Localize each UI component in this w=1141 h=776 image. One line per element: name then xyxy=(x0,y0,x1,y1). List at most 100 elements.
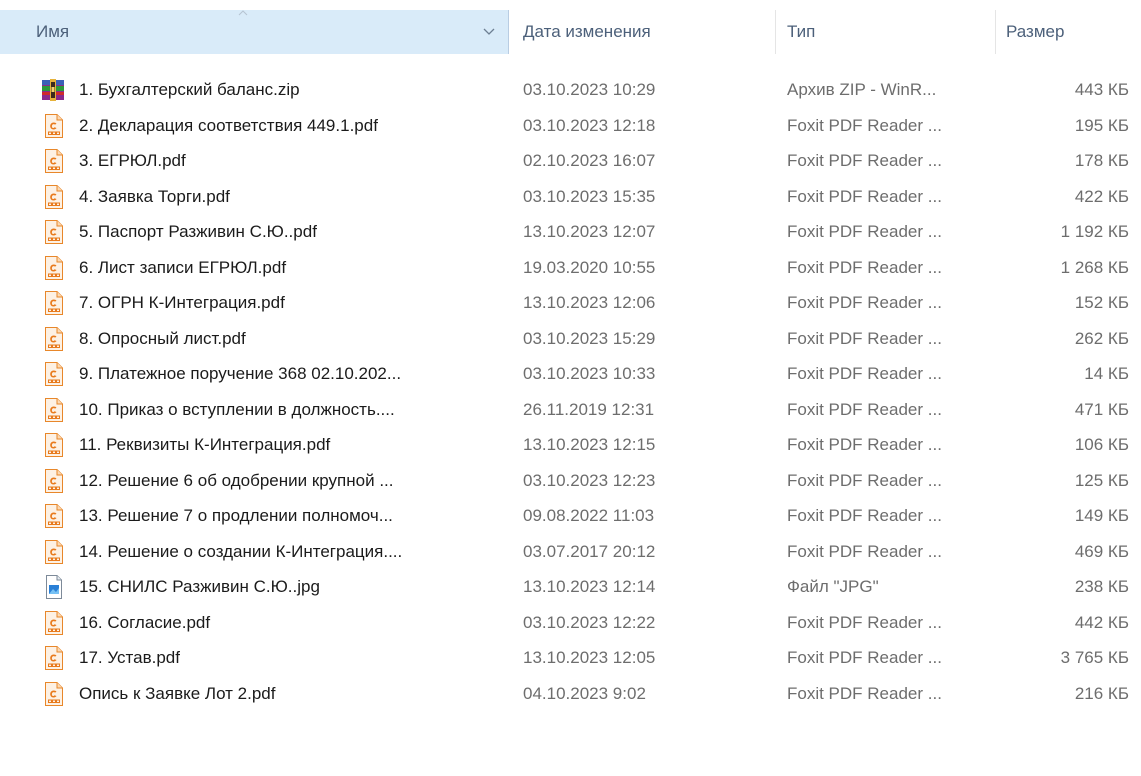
file-size: 152 КБ xyxy=(1074,293,1129,312)
file-type: Foxit PDF Reader ... xyxy=(787,541,942,561)
file-name: 5. Паспорт Разживин С.Ю..pdf xyxy=(79,222,317,241)
file-type: Файл "JPG" xyxy=(787,577,879,596)
file-name: Опись к Заявке Лот 2.pdf xyxy=(79,683,276,703)
column-header-type[interactable]: Тип xyxy=(775,10,995,54)
file-row[interactable]: 8. Опросный лист.pdf 03.10.2023 15:29 Foxi… xyxy=(0,321,1141,357)
foxit-pdf-icon xyxy=(44,397,64,422)
file-date-modified: 03.10.2023 15:35 xyxy=(523,186,656,206)
file-row[interactable]: 9. Платежное поручение 368 02.10.202... 0… xyxy=(0,356,1141,392)
column-header-name[interactable]: Имя xyxy=(0,10,509,54)
file-date-modified: 03.10.2023 15:29 xyxy=(523,328,656,348)
file-size: 216 КБ xyxy=(1074,683,1129,703)
file-size: 106 КБ xyxy=(1074,435,1129,454)
file-date-modified: 02.10.2023 16:07 xyxy=(523,151,656,170)
jpg-image-icon xyxy=(44,575,64,599)
file-type: Архив ZIP - WinR... xyxy=(787,80,937,99)
chevron-down-icon[interactable] xyxy=(482,24,496,38)
file-date-modified: 13.10.2023 12:06 xyxy=(523,293,656,312)
column-header-name-label: Имя xyxy=(36,22,70,41)
file-type: Foxit PDF Reader ... xyxy=(787,399,942,419)
file-size: 149 КБ xyxy=(1074,506,1129,525)
file-name: 9. Платежное поручение 368 02.10.202... xyxy=(79,364,402,383)
foxit-pdf-icon xyxy=(44,255,64,280)
foxit-pdf-icon xyxy=(44,184,64,209)
file-size: 14 КБ xyxy=(1084,364,1129,383)
file-name: 11. Реквизиты К-Интеграция.pdf xyxy=(79,435,331,454)
file-name: 8. Опросный лист.pdf xyxy=(79,328,246,348)
file-size: 469 КБ xyxy=(1074,541,1129,561)
sort-indicator-icon xyxy=(238,10,248,16)
file-date-modified: 09.08.2022 11:03 xyxy=(523,506,655,525)
file-row[interactable]: 11. Реквизиты К-Интеграция.pdf 13.10.2023… xyxy=(0,427,1141,463)
file-name: 14. Решение о создании К-Интеграция.... xyxy=(79,541,403,561)
foxit-pdf-icon xyxy=(44,504,64,528)
file-row[interactable]: 6. Лист записи ЕГРЮЛ.pdf 19.03.2020 10:55… xyxy=(0,250,1141,286)
file-type: Foxit PDF Reader ... xyxy=(787,115,942,135)
file-list: 1. Бухгалтерский баланс.zip 03.10.2023 10… xyxy=(0,72,1141,711)
column-header-size-label: Размер xyxy=(1006,22,1065,41)
file-name: 12. Решение 6 об одобрении крупной ... xyxy=(79,470,394,490)
file-row[interactable]: 12. Решение 6 об одобрении крупной ... 03… xyxy=(0,463,1141,499)
file-row[interactable]: 10. Приказ о вступлении в должность.... 2… xyxy=(0,392,1141,428)
column-header-date-label: Дата изменения xyxy=(523,22,651,41)
file-date-modified: 19.03.2020 10:55 xyxy=(523,257,656,277)
foxit-pdf-icon xyxy=(44,681,64,706)
file-size: 238 КБ xyxy=(1074,577,1129,596)
file-size: 1 268 КБ xyxy=(1060,257,1129,277)
file-size: 422 КБ xyxy=(1074,186,1129,206)
file-date-modified: 03.10.2023 10:33 xyxy=(523,364,656,383)
foxit-pdf-icon xyxy=(44,646,64,670)
file-row[interactable]: 4. Заявка Торги.pdf 03.10.2023 15:35 Foxit… xyxy=(0,179,1141,215)
foxit-pdf-icon xyxy=(44,362,64,386)
file-name: 16. Согласие.pdf xyxy=(79,612,211,632)
foxit-pdf-icon xyxy=(44,220,64,244)
file-row[interactable]: 13. Решение 7 о продлении полномоч... 09.… xyxy=(0,498,1141,534)
file-row[interactable]: 7. ОГРН К-Интеграция.pdf 13.10.2023 12:06… xyxy=(0,285,1141,321)
file-date-modified: 03.10.2023 12:18 xyxy=(523,115,656,135)
file-type: Foxit PDF Reader ... xyxy=(787,683,942,703)
file-date-modified: 13.10.2023 12:07 xyxy=(523,222,656,241)
file-row[interactable]: Опись к Заявке Лот 2.pdf 04.10.2023 9:02 F… xyxy=(0,676,1141,712)
file-row[interactable]: 1. Бухгалтерский баланс.zip 03.10.2023 10… xyxy=(0,72,1141,108)
file-row[interactable]: 17. Устав.pdf 13.10.2023 12:05 Foxit PDF R… xyxy=(0,640,1141,676)
file-type: Foxit PDF Reader ... xyxy=(787,293,942,312)
foxit-pdf-icon xyxy=(44,113,64,138)
file-date-modified: 03.10.2023 12:22 xyxy=(523,612,656,632)
file-row[interactable]: 5. Паспорт Разживин С.Ю..pdf 13.10.2023 1… xyxy=(0,214,1141,250)
file-size: 3 765 КБ xyxy=(1060,648,1129,667)
file-date-modified: 26.11.2019 12:31 xyxy=(523,399,655,419)
file-type: Foxit PDF Reader ... xyxy=(787,470,942,490)
file-type: Foxit PDF Reader ... xyxy=(787,257,942,277)
file-size: 1 192 КБ xyxy=(1060,222,1129,241)
file-type: Foxit PDF Reader ... xyxy=(787,328,942,348)
file-row[interactable]: 15. СНИЛС Разживин С.Ю..jpg 13.10.2023 12… xyxy=(0,569,1141,605)
file-name: 15. СНИЛС Разживин С.Ю..jpg xyxy=(79,577,320,596)
file-row[interactable]: 16. Согласие.pdf 03.10.2023 12:22 Foxit PD… xyxy=(0,605,1141,641)
winrar-archive-icon xyxy=(42,78,64,102)
file-name: 13. Решение 7 о продлении полномоч... xyxy=(79,506,393,525)
file-type: Foxit PDF Reader ... xyxy=(787,648,942,667)
file-name: 3. ЕГРЮЛ.pdf xyxy=(79,151,186,170)
file-size: 262 КБ xyxy=(1074,328,1129,348)
file-date-modified: 13.10.2023 12:05 xyxy=(523,648,656,667)
column-divider[interactable] xyxy=(508,10,509,54)
foxit-pdf-icon xyxy=(44,326,64,351)
file-row[interactable]: 3. ЕГРЮЛ.pdf 02.10.2023 16:07 Foxit PDF Re… xyxy=(0,143,1141,179)
file-name: 7. ОГРН К-Интеграция.pdf xyxy=(79,293,285,312)
file-size: 442 КБ xyxy=(1074,612,1129,632)
foxit-pdf-icon xyxy=(44,149,64,173)
file-row[interactable]: 14. Решение о создании К-Интеграция.... 0… xyxy=(0,534,1141,570)
column-header-size[interactable]: Размер xyxy=(995,10,1141,54)
file-size: 471 КБ xyxy=(1074,399,1129,419)
file-size: 178 КБ xyxy=(1074,151,1129,170)
file-size: 443 КБ xyxy=(1074,80,1129,99)
file-name: 10. Приказ о вступлении в должность.... xyxy=(79,399,395,419)
file-name: 4. Заявка Торги.pdf xyxy=(79,186,230,206)
file-size: 195 КБ xyxy=(1074,115,1129,135)
column-header-date[interactable]: Дата изменения xyxy=(510,10,775,54)
file-date-modified: 03.10.2023 12:23 xyxy=(523,470,656,490)
column-header-type-label: Тип xyxy=(787,22,816,41)
file-date-modified: 03.07.2017 20:12 xyxy=(523,541,656,561)
file-row[interactable]: 2. Декларация соответствия 449.1.pdf 03.1… xyxy=(0,108,1141,144)
file-date-modified: 13.10.2023 12:14 xyxy=(523,577,656,596)
